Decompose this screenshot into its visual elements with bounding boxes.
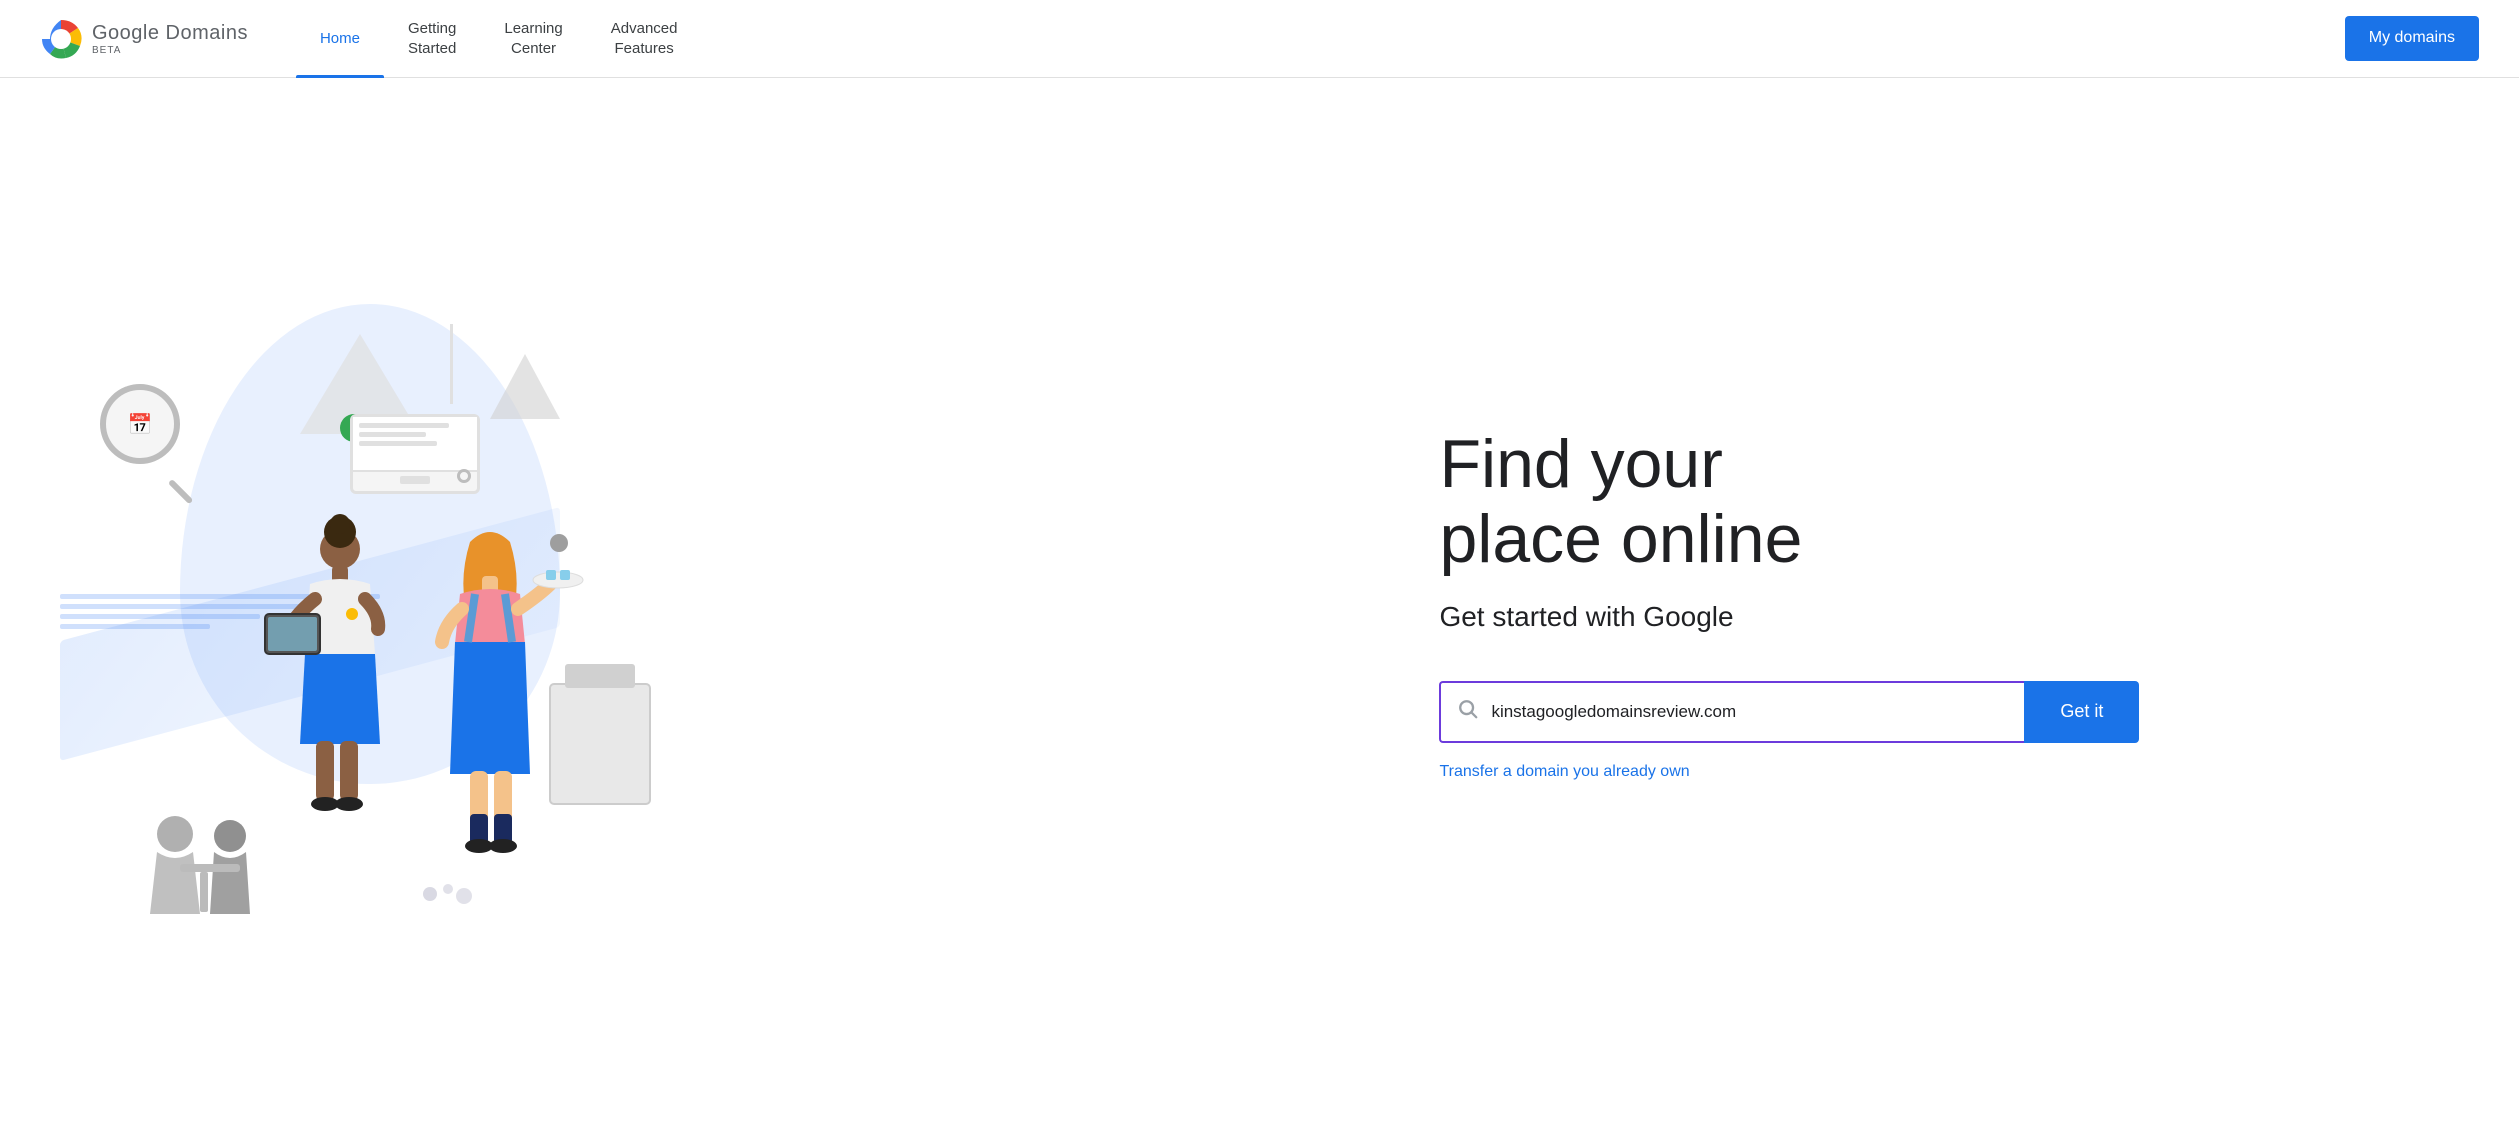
nav-getting-started[interactable]: GettingStarted xyxy=(384,0,480,78)
my-domains-button[interactable]: My domains xyxy=(2345,16,2479,61)
header: Google Domains BETA Home GettingStarted … xyxy=(0,0,2519,78)
search-container: Get it xyxy=(1439,681,2139,743)
logo-text: Google Domains BETA xyxy=(92,22,248,56)
search-icon xyxy=(1457,698,1479,726)
nav-learning-center[interactable]: LearningCenter xyxy=(480,0,586,78)
domain-search-input[interactable] xyxy=(1491,702,2008,722)
main-content: 📅 xyxy=(0,78,2519,1130)
illustration-area: 📅 xyxy=(60,254,1379,954)
google-logo-icon xyxy=(40,18,82,60)
search-box xyxy=(1439,681,2024,743)
nav-home[interactable]: Home xyxy=(296,0,384,78)
content-area: Find your place online Get started with … xyxy=(1379,427,2459,781)
main-nav: Home GettingStarted LearningCenter Advan… xyxy=(296,0,2345,78)
logo-beta: BETA xyxy=(92,45,248,56)
people-illustration xyxy=(120,374,680,954)
transfer-domain-link[interactable]: Transfer a domain you already own xyxy=(1439,763,1689,780)
get-it-button[interactable]: Get it xyxy=(2024,681,2139,743)
nav-advanced-features[interactable]: AdvancedFeatures xyxy=(587,0,702,78)
sub-headline: Get started with Google xyxy=(1439,601,2459,633)
main-headline: Find your place online xyxy=(1439,427,2459,577)
logo-area: Google Domains BETA xyxy=(40,18,248,60)
logo-name: Google Domains xyxy=(92,22,248,45)
